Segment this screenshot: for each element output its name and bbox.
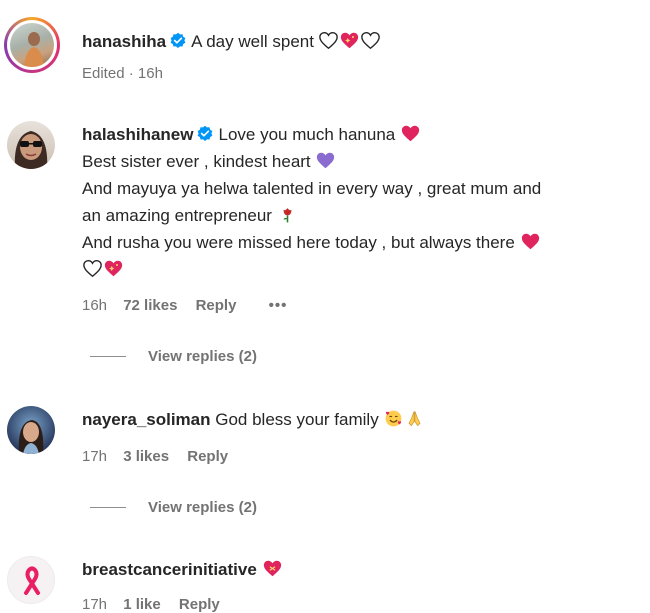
red-heart-icon [520, 233, 541, 252]
view-replies-label: View replies (2) [148, 499, 257, 516]
reply-button[interactable]: Reply [196, 297, 237, 314]
folded-hands-icon [404, 410, 425, 429]
username-nayera-soliman[interactable]: nayera_soliman [82, 410, 211, 429]
avatar-hanashiha[interactable] [4, 17, 60, 73]
reply-button[interactable]: Reply [179, 596, 220, 613]
likes-count[interactable]: 1 like [123, 596, 161, 613]
comment-time: 17h [82, 596, 108, 613]
comment-text: God bless your family [215, 410, 379, 429]
white-heart-icon [82, 260, 103, 279]
username-hanashiha[interactable]: hanashiha [82, 32, 166, 51]
username-halashihanew[interactable]: halashihanew [82, 125, 193, 144]
pink-ribbon-icon [24, 566, 40, 595]
verified-badge-icon [198, 125, 213, 142]
view-replies-button[interactable]: View replies (2) [90, 499, 257, 516]
comment-line: Best sister ever , kindest heart [82, 152, 311, 171]
heart-with-ribbon-icon [262, 560, 283, 579]
comment-line: an amazing entrepreneur [82, 206, 272, 225]
reply-button[interactable]: Reply [187, 448, 228, 465]
comment-time: 17h [82, 448, 108, 465]
rose-icon [277, 206, 298, 225]
likes-count[interactable]: 3 likes [123, 448, 169, 465]
comment-time: 16h [82, 297, 108, 314]
caption-time: 16h [137, 65, 163, 82]
username-breastcancerinitiative[interactable]: breastcancerinitiative [82, 560, 257, 579]
smiling-face-with-hearts-icon [383, 410, 404, 429]
divider-line [90, 356, 126, 357]
view-replies-label: View replies (2) [148, 348, 257, 365]
sparkling-heart-icon [339, 32, 360, 51]
comment-line: And mayuya ya helwa talented in every wa… [82, 179, 542, 198]
caption-text: A day well spent [191, 32, 314, 51]
avatar-halashihanew[interactable] [7, 121, 55, 169]
comment-line: And rusha you were missed here today , b… [82, 233, 515, 252]
comment-line: Love you much hanuna [218, 125, 396, 144]
white-heart-icon [318, 32, 339, 51]
likes-count[interactable]: 72 likes [123, 297, 177, 314]
verified-badge-icon [170, 32, 186, 49]
avatar-breastcancerinitiative[interactable] [7, 556, 55, 604]
more-options-icon[interactable]: ••• [269, 297, 288, 314]
avatar-nayera-soliman[interactable] [7, 406, 55, 454]
red-heart-icon [400, 125, 421, 144]
purple-heart-icon [315, 152, 336, 171]
divider-line [90, 507, 126, 508]
sparkling-heart-icon [103, 260, 124, 279]
view-replies-button[interactable]: View replies (2) [90, 348, 257, 365]
white-heart-icon [360, 32, 381, 51]
edited-label: Edited [82, 65, 125, 82]
